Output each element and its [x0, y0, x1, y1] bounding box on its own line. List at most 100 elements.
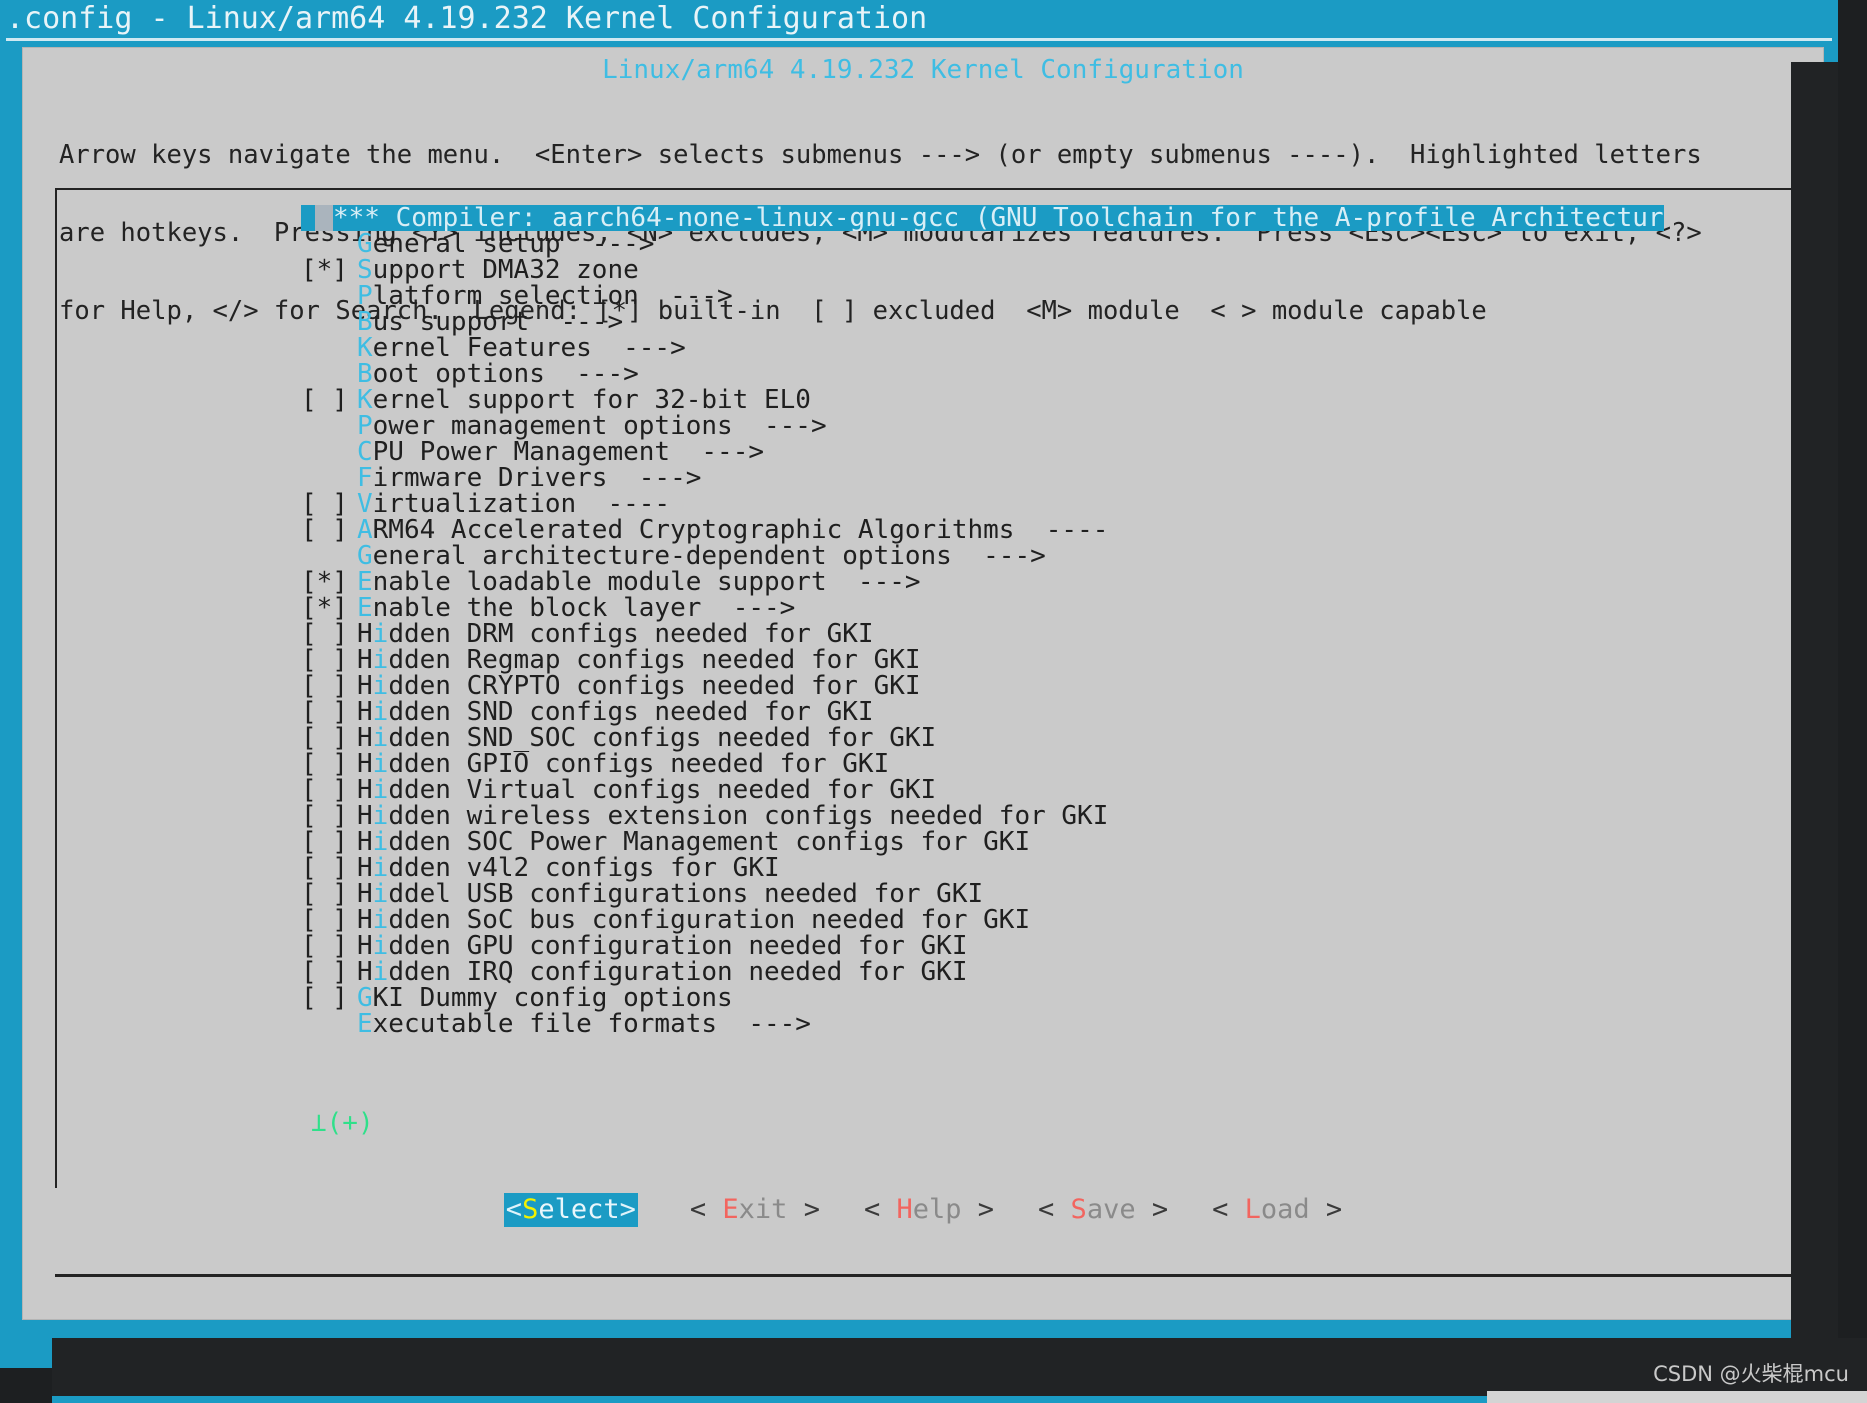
- menu-item[interactable]: [*]Enable the block layer --->: [301, 595, 1841, 621]
- menu-list[interactable]: *** Compiler: aarch64-none-linux-gnu-gcc…: [301, 205, 1841, 1037]
- menu-item[interactable]: [ ]Hidden SOC Power Management configs f…: [301, 829, 1841, 855]
- menu-item[interactable]: [ ]Hidden wireless extension configs nee…: [301, 803, 1841, 829]
- scroll-more-indicator: ⊥(+): [311, 1110, 374, 1136]
- submenu-arrow-icon: --->: [717, 1009, 811, 1039]
- button-exit[interactable]: < Exit >: [690, 1193, 820, 1227]
- menu-item-checkbox[interactable]: [*]: [301, 569, 357, 595]
- submenu-arrow-icon: --->: [639, 281, 733, 311]
- menu-item[interactable]: [ ]Hidden DRM configs needed for GKI: [301, 621, 1841, 647]
- button-load[interactable]: < Load >: [1212, 1193, 1342, 1227]
- button-hotkey: S: [1071, 1194, 1087, 1225]
- button-label: elect: [538, 1194, 619, 1225]
- menu-item[interactable]: Bus support --->: [301, 309, 1841, 335]
- menu-item[interactable]: General architecture-dependent options -…: [301, 543, 1841, 569]
- taskbar-sliver: [1487, 1391, 1867, 1403]
- ncurses-screen: .config - Linux/arm64 4.19.232 Kernel Co…: [0, 0, 1838, 1368]
- menu-item[interactable]: Power management options --->: [301, 413, 1841, 439]
- submenu-arrow-icon: --->: [952, 541, 1046, 571]
- button-close-bracket: >: [1136, 1194, 1169, 1225]
- menu-item[interactable]: Firmware Drivers --->: [301, 465, 1841, 491]
- menu-item-checkbox[interactable]: [*]: [301, 257, 357, 283]
- button-open-bracket: <: [1038, 1194, 1071, 1225]
- menu-item[interactable]: [ ]GKI Dummy config options: [301, 985, 1841, 1011]
- button-hotkey: L: [1245, 1194, 1261, 1225]
- menu-item[interactable]: [ ]Kernel support for 32-bit EL0: [301, 387, 1841, 413]
- menu-item-checkbox[interactable]: [ ]: [301, 907, 357, 933]
- button-label: xit: [739, 1194, 788, 1225]
- button-hotkey: H: [896, 1194, 912, 1225]
- menu-item[interactable]: Kernel Features --->: [301, 335, 1841, 361]
- menu-item[interactable]: [ ]ARM64 Accelerated Cryptographic Algor…: [301, 517, 1841, 543]
- submenu-arrow-icon: --->: [827, 567, 921, 597]
- menu-item[interactable]: [ ]Hidden SND configs needed for GKI: [301, 699, 1841, 725]
- menu-item-checkbox[interactable]: [ ]: [301, 959, 357, 985]
- menu-item[interactable]: [ ]Hidden GPU configuration needed for G…: [301, 933, 1841, 959]
- button-close-bracket: >: [620, 1194, 636, 1225]
- menu-item-checkbox[interactable]: [ ]: [301, 517, 357, 543]
- menu-item[interactable]: [*]Support DMA32 zone: [301, 257, 1841, 283]
- menu-item-checkbox[interactable]: [ ]: [301, 621, 357, 647]
- button-hotkey: E: [722, 1194, 738, 1225]
- button-close-bracket: >: [787, 1194, 820, 1225]
- menu-item-checkbox[interactable]: [ ]: [301, 985, 357, 1011]
- menu-item-label: xecutable file formats: [373, 1009, 717, 1039]
- menu-item-checkbox[interactable]: [ ]: [301, 933, 357, 959]
- menu-item-checkbox[interactable]: [*]: [301, 595, 357, 621]
- button-close-bracket: >: [962, 1194, 995, 1225]
- dialog-button-row[interactable]: <Select>< Exit >< Help >< Save >< Load >: [23, 1193, 1823, 1227]
- window-title-bar: .config - Linux/arm64 4.19.232 Kernel Co…: [0, 0, 1838, 38]
- menu-item[interactable]: [ ]Hidden Regmap configs needed for GKI: [301, 647, 1841, 673]
- menu-item-checkbox[interactable]: [ ]: [301, 699, 357, 725]
- menu-item[interactable]: General setup --->: [301, 231, 1841, 257]
- menu-item[interactable]: Platform selection --->: [301, 283, 1841, 309]
- help-line-1: Arrow keys navigate the menu. <Enter> se…: [59, 142, 1789, 168]
- menu-item[interactable]: [*]Enable loadable module support --->: [301, 569, 1841, 595]
- menu-item-checkbox[interactable]: [ ]: [301, 751, 357, 777]
- menu-item[interactable]: [ ]Hidden Virtual configs needed for GKI: [301, 777, 1841, 803]
- menu-item-label: *** Compiler: aarch64-none-linux-gnu-gcc…: [333, 205, 1664, 231]
- menu-item[interactable]: CPU Power Management --->: [301, 439, 1841, 465]
- button-open-bracket: <: [506, 1194, 522, 1225]
- menu-item[interactable]: [ ]Hidden SoC bus configuration needed f…: [301, 907, 1841, 933]
- button-open-bracket: <: [690, 1194, 723, 1225]
- selection-cursor-block: [315, 205, 333, 231]
- button-select[interactable]: <Select>: [504, 1193, 638, 1227]
- menu-item[interactable]: [ ]Hidden SND_SOC configs needed for GKI: [301, 725, 1841, 751]
- menu-item[interactable]: [ ]Virtualization ----: [301, 491, 1841, 517]
- menuconfig-dialog: Linux/arm64 4.19.232 Kernel Configuratio…: [22, 47, 1824, 1320]
- button-label: elp: [913, 1194, 962, 1225]
- menu-item-checkbox[interactable]: [ ]: [301, 491, 357, 517]
- button-open-bracket: <: [864, 1194, 897, 1225]
- menu-item[interactable]: [ ]Hiddel USB configurations needed for …: [301, 881, 1841, 907]
- menu-item[interactable]: [ ]Hidden IRQ configuration needed for G…: [301, 959, 1841, 985]
- menu-item[interactable]: [ ]Hidden CRYPTO configs needed for GKI: [301, 673, 1841, 699]
- menu-item-checkbox[interactable]: [ ]: [301, 777, 357, 803]
- menu-item-hotkey: E: [357, 1009, 373, 1039]
- menu-item-checkbox[interactable]: [ ]: [301, 725, 357, 751]
- button-hotkey: S: [522, 1194, 538, 1225]
- menu-item-selected[interactable]: *** Compiler: aarch64-none-linux-gnu-gcc…: [301, 205, 1841, 231]
- menu-item[interactable]: [ ]Hidden v4l2 configs for GKI: [301, 855, 1841, 881]
- selection-cursor-bar: [301, 205, 315, 231]
- button-label: ave: [1087, 1194, 1136, 1225]
- menu-item[interactable]: [ ]Hidden GPIO configs needed for GKI: [301, 751, 1841, 777]
- watermark: CSDN @火柴棍mcu: [1653, 1361, 1849, 1387]
- terminal-dark-right-inner: [1791, 62, 1838, 1338]
- terminal-dark-right: [1838, 0, 1867, 1403]
- menu-item-checkbox[interactable]: [ ]: [301, 647, 357, 673]
- menu-item-checkbox[interactable]: [ ]: [301, 673, 357, 699]
- button-save[interactable]: < Save >: [1038, 1193, 1168, 1227]
- title-underline: [6, 38, 1832, 41]
- menu-item-checkbox[interactable]: [ ]: [301, 829, 357, 855]
- dialog-bottom-divider: [55, 1274, 1792, 1277]
- terminal-window: .config - Linux/arm64 4.19.232 Kernel Co…: [0, 0, 1867, 1403]
- menu-item[interactable]: Executable file formats --->: [301, 1011, 1841, 1037]
- menu-item-checkbox[interactable]: [ ]: [301, 387, 357, 413]
- terminal-left-edge: [0, 1338, 52, 1366]
- menu-item-checkbox[interactable]: [ ]: [301, 803, 357, 829]
- dialog-title: Linux/arm64 4.19.232 Kernel Configuratio…: [23, 53, 1823, 87]
- button-help[interactable]: < Help >: [864, 1193, 994, 1227]
- menu-item-checkbox[interactable]: [ ]: [301, 881, 357, 907]
- menu-item-checkbox[interactable]: [ ]: [301, 855, 357, 881]
- menu-item[interactable]: Boot options --->: [301, 361, 1841, 387]
